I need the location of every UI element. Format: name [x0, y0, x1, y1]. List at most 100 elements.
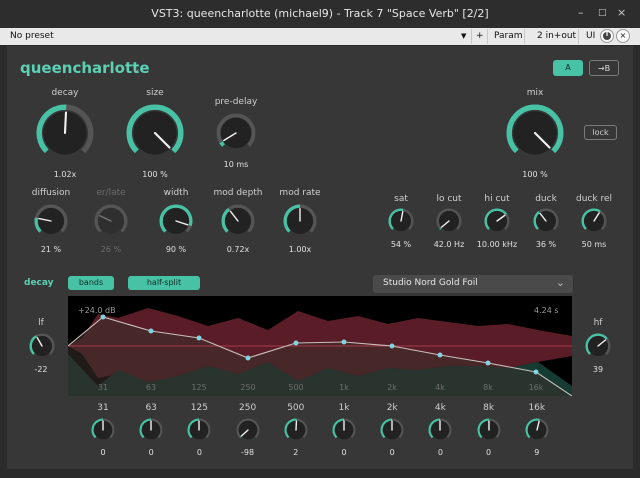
- duck-knob[interactable]: [532, 207, 560, 235]
- separator: [471, 29, 472, 44]
- mix-label: mix: [526, 88, 544, 98]
- eq-band-point[interactable]: [533, 369, 539, 375]
- band-1k-knob[interactable]: [331, 417, 357, 443]
- mod-rate-value: 1.00x: [288, 245, 312, 254]
- eq-band-point[interactable]: [100, 314, 106, 320]
- chevron-down-icon: ⌄: [555, 276, 565, 289]
- pre-delay-knob[interactable]: [215, 112, 257, 154]
- ab-a-button[interactable]: A: [553, 60, 583, 76]
- graph-top-right: 4.24 s: [534, 306, 559, 315]
- band-250-knob[interactable]: [235, 417, 261, 443]
- duck-rel-label: duck rel: [576, 194, 612, 204]
- band-value: 9: [534, 448, 540, 457]
- param-button[interactable]: Param: [494, 31, 523, 41]
- graph-freq-label: 8k: [483, 383, 493, 392]
- size-value: 100 %: [142, 170, 168, 179]
- diffusion-knob[interactable]: [33, 203, 69, 239]
- bands-button[interactable]: bands: [68, 276, 114, 290]
- pre-delay-value: 10 ms: [223, 160, 249, 169]
- host-close-button[interactable]: ×: [616, 29, 630, 43]
- host-toolbar: No preset ▼ + Param 2 in+out UI ×: [0, 28, 640, 45]
- band-63-knob[interactable]: [138, 417, 164, 443]
- decay-label: decay: [51, 88, 79, 98]
- eq-band-point[interactable]: [341, 339, 347, 345]
- knob-fill: [439, 227, 442, 230]
- half-split-button[interactable]: half-split: [128, 276, 200, 290]
- graph-freq-label: 4k: [435, 383, 445, 392]
- eq-band-point[interactable]: [148, 328, 154, 334]
- lf-value: -22: [34, 365, 48, 374]
- mod-rate-knob[interactable]: [282, 203, 318, 239]
- band-16k-knob[interactable]: [524, 417, 550, 443]
- separator: [487, 29, 488, 44]
- hf-knob[interactable]: [584, 332, 612, 360]
- window-title: VST3: queencharlotte (michael9) - Track …: [151, 7, 489, 20]
- graph-freq-label: 31: [98, 383, 108, 392]
- maximize-button[interactable]: □: [598, 8, 607, 18]
- decay-eq-graph[interactable]: +24.0 dB 4.24 s 31 63 125 250 500 1k 2k 4k 8k 16k: [67, 296, 573, 397]
- band-500-knob[interactable]: [283, 417, 309, 443]
- eq-preset-dropdown[interactable]: Studio Nord Gold Foil ⌄: [373, 275, 573, 293]
- eq-band-point[interactable]: [485, 360, 491, 366]
- separator: [578, 29, 579, 44]
- preset-dropdown-icon[interactable]: ▼: [461, 32, 466, 40]
- band-2k-knob[interactable]: [379, 417, 405, 443]
- add-preset-button[interactable]: +: [476, 31, 484, 41]
- mod-rate-label: mod rate: [279, 188, 321, 198]
- decay-knob[interactable]: [35, 103, 95, 163]
- graph-freq-label: 125: [191, 383, 206, 392]
- size-knob[interactable]: [125, 103, 185, 163]
- mod-depth-value: 0.72x: [226, 245, 250, 254]
- eq-band-point[interactable]: [437, 352, 443, 358]
- graph-top-left: +24.0 dB: [78, 306, 116, 315]
- band-31-knob[interactable]: [90, 417, 116, 443]
- er-late-knob[interactable]: [93, 203, 129, 239]
- width-knob[interactable]: [158, 203, 194, 239]
- bypass-knob-icon[interactable]: [600, 29, 614, 43]
- eq-band-point[interactable]: [245, 355, 251, 361]
- mod-depth-knob[interactable]: [220, 203, 256, 239]
- graph-freq-label: 2k: [387, 383, 397, 392]
- mod-depth-label: mod depth: [213, 188, 263, 198]
- lock-button[interactable]: lock: [584, 125, 617, 140]
- eq-band-point[interactable]: [389, 343, 395, 349]
- ab-copy-to-b-button[interactable]: →B: [589, 60, 619, 76]
- size-label: size: [146, 88, 164, 98]
- preset-selector[interactable]: No preset: [10, 31, 54, 41]
- lf-label: lf: [38, 318, 44, 328]
- graph-freq-label: 250: [240, 383, 255, 392]
- width-value: 90 %: [165, 245, 187, 254]
- er-late-value: 26 %: [100, 245, 122, 254]
- mix-knob[interactable]: [505, 103, 565, 163]
- hi-cut-knob[interactable]: [483, 207, 511, 235]
- eq-preset-name: Studio Nord Gold Foil: [383, 278, 478, 288]
- knob-fill: [219, 141, 225, 147]
- pre-delay-label: pre-delay: [214, 97, 258, 107]
- close-button[interactable]: ×: [617, 6, 626, 19]
- band-4k-knob[interactable]: [427, 417, 453, 443]
- hf-value: 39: [592, 365, 604, 374]
- band-8k-knob[interactable]: [476, 417, 502, 443]
- band-freq-label: 16k: [528, 403, 546, 413]
- eq-band-point[interactable]: [293, 340, 299, 346]
- graph-freq-label: 1k: [339, 383, 349, 392]
- lf-knob[interactable]: [28, 332, 56, 360]
- graph-freq-label: 500: [288, 383, 303, 392]
- sat-knob[interactable]: [387, 207, 415, 235]
- lo-cut-knob[interactable]: [435, 207, 463, 235]
- duck-rel-knob[interactable]: [580, 207, 608, 235]
- eq-band-point[interactable]: [196, 335, 202, 341]
- io-button[interactable]: 2 in+out: [537, 31, 576, 41]
- ui-button[interactable]: UI: [586, 31, 595, 41]
- window-titlebar: VST3: queencharlotte (michael9) - Track …: [0, 0, 640, 28]
- duck-rel-value: 50 ms: [581, 240, 607, 249]
- chevron-down-icon[interactable]: ⌄: [132, 62, 141, 75]
- knob-pointer: [63, 111, 68, 135]
- minimize-button[interactable]: –: [578, 6, 584, 19]
- band-125-knob[interactable]: [186, 417, 212, 443]
- er-late-label: er/late: [96, 188, 126, 198]
- decay-eq-label: decay: [24, 278, 54, 288]
- plugin-name[interactable]: queencharlotte: [20, 59, 150, 77]
- graph-freq-label: 16k: [529, 383, 544, 392]
- hf-label: hf: [593, 318, 603, 328]
